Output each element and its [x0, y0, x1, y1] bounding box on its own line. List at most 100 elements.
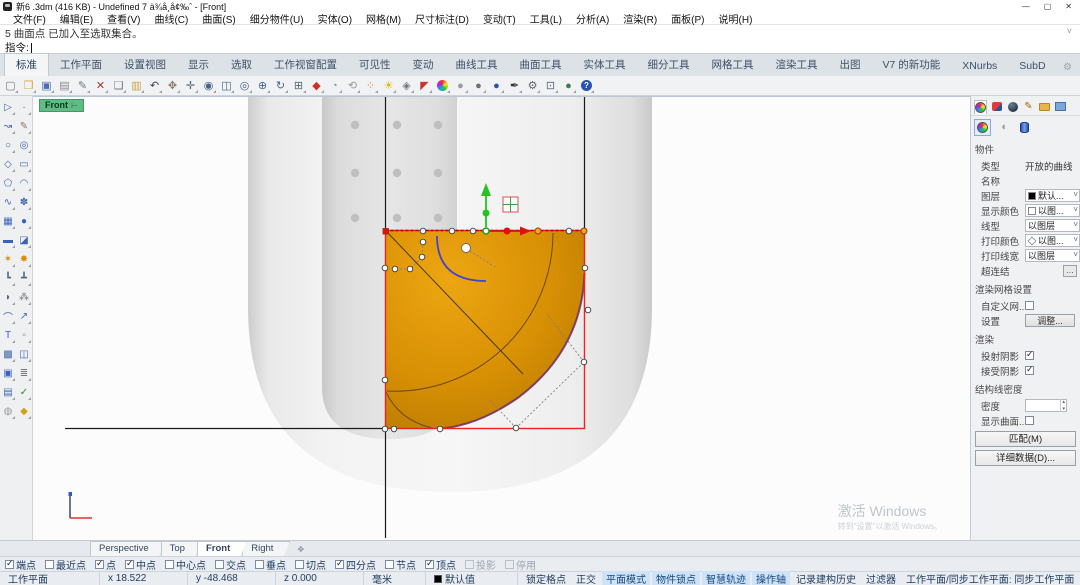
chamfer-icon[interactable]: ┻: [16, 269, 32, 288]
osnap-midpoint[interactable]: 中点: [125, 557, 156, 572]
toolbar-tab[interactable]: 曲线工具: [445, 54, 509, 76]
toolbar-tab[interactable]: SubD: [1008, 57, 1056, 76]
osnap-endpoint[interactable]: 端点: [5, 557, 36, 572]
lamp-icon[interactable]: ☀: [380, 77, 397, 94]
close-icon[interactable]: ✕: [1065, 2, 1072, 11]
control-point-curve-icon[interactable]: ↝: [0, 117, 16, 136]
details-button[interactable]: 详细数据(D)...: [975, 450, 1076, 466]
menu-item[interactable]: 曲面(S): [195, 11, 242, 26]
adjust-button[interactable]: 调整...: [1025, 314, 1075, 327]
osnap-intersection[interactable]: 交点: [215, 557, 246, 572]
osnap-center[interactable]: 中心点: [165, 557, 206, 572]
pan-icon[interactable]: ✥: [164, 77, 181, 94]
object-properties-subtab[interactable]: [974, 119, 991, 136]
polygon-icon[interactable]: ⬠: [0, 174, 16, 193]
viewport-tab-front[interactable]: Front: [197, 541, 247, 556]
osnap-quadrant[interactable]: 四分点: [335, 557, 376, 572]
toggle-smarttrack[interactable]: 智慧轨迹: [702, 571, 750, 585]
boolean-difference-icon[interactable]: ✸: [16, 250, 32, 269]
options-gears-icon[interactable]: ⚙: [524, 77, 541, 94]
cplane-button[interactable]: 工作平面: [0, 572, 100, 585]
viewport-tab-perspective[interactable]: Perspective: [90, 541, 166, 556]
viewport-tab-menu-icon[interactable]: ✥: [297, 545, 304, 556]
rendered-sphere-icon[interactable]: ●: [488, 77, 505, 94]
menu-item[interactable]: 分析(A): [569, 11, 616, 26]
libraries-tab[interactable]: [1038, 100, 1051, 114]
toggle-filter[interactable]: 过滤器: [862, 571, 900, 585]
array-icon[interactable]: ▣: [0, 364, 16, 383]
toolbar-tab[interactable]: 实体工具: [573, 54, 637, 76]
zoom-extents-icon[interactable]: ⊕: [254, 77, 271, 94]
menu-item[interactable]: 渲染(R): [616, 11, 664, 26]
osnap-project[interactable]: 投影: [465, 557, 496, 572]
osnap-disable[interactable]: 停用: [505, 557, 536, 572]
toolbar-tab[interactable]: 细分工具: [637, 54, 701, 76]
boolean-union-icon[interactable]: ✶: [0, 250, 16, 269]
polyline-icon[interactable]: ◇: [0, 155, 16, 174]
layer-flag-icon[interactable]: ◤: [416, 77, 433, 94]
toggle-cplane-sync[interactable]: 工作平面/同步工作平面: 同步工作平面: [902, 571, 1078, 585]
pointer-icon[interactable]: ▷: [0, 98, 16, 117]
print-width-dropdown[interactable]: 以图层: [1025, 249, 1080, 262]
linetype-dropdown[interactable]: 以图层: [1025, 219, 1080, 232]
sketch-curve-icon[interactable]: ✎: [16, 117, 32, 136]
current-layer-button[interactable]: 默认值: [426, 572, 518, 585]
box-edit-icon[interactable]: ⊡: [542, 77, 559, 94]
stack-icon[interactable]: ≣: [16, 364, 32, 383]
gold-pyramid-icon[interactable]: ◆: [16, 402, 32, 421]
hide-object-icon[interactable]: ◔: [326, 77, 343, 94]
menu-item[interactable]: 曲线(C): [147, 11, 195, 26]
open-file-icon[interactable]: ❒: [20, 77, 37, 94]
zoom-dynamic-icon[interactable]: ◎: [236, 77, 253, 94]
front-viewport[interactable]: Front⊢: [33, 96, 970, 540]
help-icon[interactable]: ?: [578, 77, 595, 94]
zoom-window-icon[interactable]: ◫: [218, 77, 235, 94]
cast-shadow-checkbox[interactable]: [1025, 351, 1034, 360]
menu-item[interactable]: 面板(P): [664, 11, 711, 26]
plane-icon[interactable]: ▬: [0, 231, 16, 250]
toolbar-tab[interactable]: 曲面工具: [509, 54, 573, 76]
toolbar-tab[interactable]: 标准: [4, 53, 49, 76]
menu-item[interactable]: 编辑(E): [53, 11, 100, 26]
match-button[interactable]: 匹配(M): [975, 431, 1076, 447]
offset-icon[interactable]: ↗: [16, 307, 32, 326]
toolbar-tab[interactable]: 工作平面: [49, 54, 113, 76]
toolbar-tab[interactable]: 出图: [829, 54, 872, 76]
custom-mesh-checkbox[interactable]: [1025, 301, 1034, 310]
density-stepper[interactable]: [1025, 399, 1067, 412]
command-history-chevron-icon[interactable]: ˅: [1067, 26, 1072, 39]
menu-item[interactable]: 变动(T): [476, 11, 523, 26]
annotate-pen-icon[interactable]: ✒: [506, 77, 523, 94]
layer-dropdown[interactable]: 默认...: [1025, 189, 1080, 202]
layers-tab[interactable]: [990, 100, 1003, 114]
shaded-sphere-icon[interactable]: ●: [452, 77, 469, 94]
osnap-knot[interactable]: 节点: [385, 557, 416, 572]
hatch-icon[interactable]: ▩: [0, 345, 16, 364]
point-grid-icon[interactable]: ▫: [16, 326, 32, 345]
toolbar-tab[interactable]: 工作视窗配置: [263, 54, 348, 76]
print-icon[interactable]: ▤: [56, 77, 73, 94]
toggle-osnap[interactable]: 物件锁点: [652, 571, 700, 585]
split-icon[interactable]: ⁂: [16, 288, 32, 307]
minimize-icon[interactable]: —: [1022, 2, 1030, 11]
command-prompt[interactable]: 指令:: [0, 39, 1080, 54]
freeform-curve-icon[interactable]: ∿: [0, 193, 16, 212]
menu-item[interactable]: 工具(L): [523, 11, 569, 26]
toolbar-tab[interactable]: 选取: [220, 54, 263, 76]
geometry-subtab[interactable]: [1016, 119, 1033, 136]
block-icon[interactable]: ◫: [16, 345, 32, 364]
toolbar-tab[interactable]: 设置视图: [113, 54, 177, 76]
viewport-tab-right[interactable]: Right: [242, 541, 290, 556]
toolbar-tab[interactable]: 渲染工具: [765, 54, 829, 76]
toolbar-tab[interactable]: V7 的新功能: [872, 54, 952, 76]
curve-blend-icon[interactable]: ✽: [16, 193, 32, 212]
osnap-vertex[interactable]: 顶点: [425, 557, 456, 572]
viewport-canvas[interactable]: [33, 97, 970, 541]
toggle-ortho[interactable]: 正交: [572, 571, 600, 585]
check-icon[interactable]: ✓: [16, 383, 32, 402]
fillet-icon[interactable]: ┗: [0, 269, 16, 288]
surface-icon[interactable]: ◪: [16, 231, 32, 250]
toggle-grid-snap[interactable]: 锁定格点: [522, 571, 570, 585]
toggle-history[interactable]: 记录建构历史: [792, 571, 860, 585]
display-tab[interactable]: [1006, 100, 1019, 114]
